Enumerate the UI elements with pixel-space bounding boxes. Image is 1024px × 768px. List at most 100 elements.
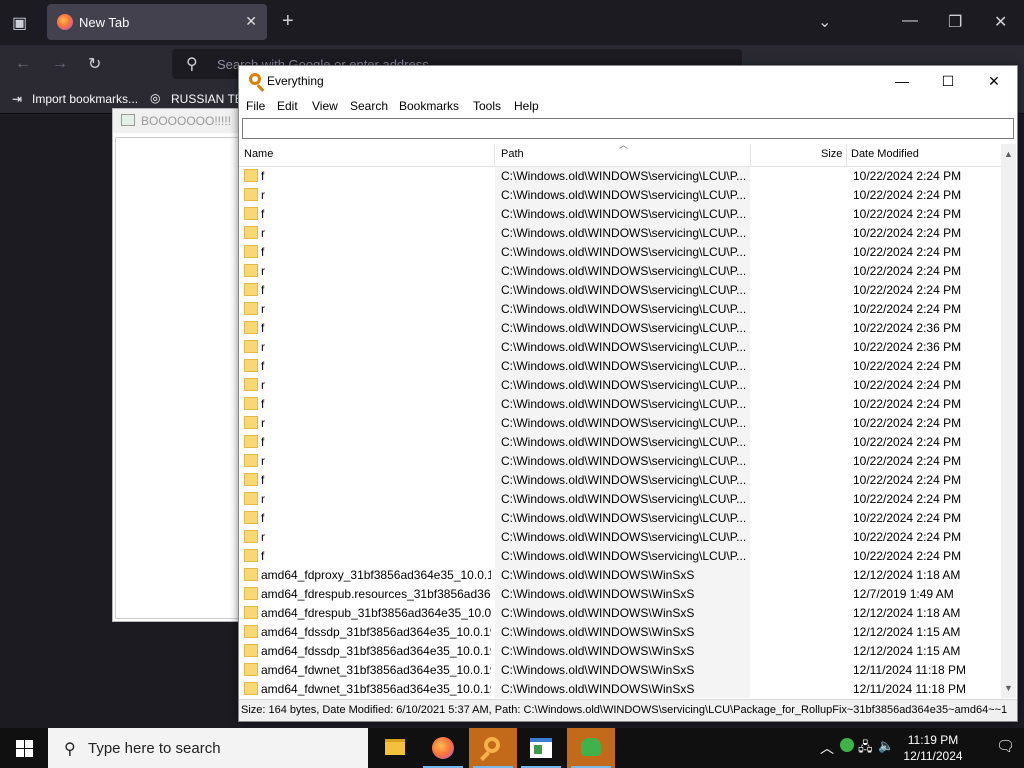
file-path: C:\Windows.old\WINDOWS\servicing\LCU\P..… [501,321,747,335]
table-row[interactable]: r C:\Windows.old\WINDOWS\servicing\LCU\P.… [239,338,1001,357]
everything-button[interactable] [469,728,517,768]
table-row[interactable]: f C:\Windows.old\WINDOWS\servicing\LCU\P.… [239,167,1001,186]
table-row[interactable]: f C:\Windows.old\WINDOWS\servicing\LCU\P.… [239,243,1001,262]
minimize-icon[interactable]: — [902,12,918,30]
close-tab-icon[interactable]: ✕ [245,13,257,30]
folder-icon [244,207,258,220]
table-row[interactable]: amd64_fdrespub.resources_31bf3856ad36...… [239,585,1001,604]
table-row[interactable]: f C:\Windows.old\WINDOWS\servicing\LCU\P.… [239,205,1001,224]
column-date-modified[interactable]: Date Modified [851,148,919,160]
menu-edit[interactable]: Edit [277,99,298,113]
tab-new-tab[interactable]: New Tab ✕ [47,4,267,40]
back-icon[interactable]: ← [15,55,31,73]
magnifier-handle [480,751,490,761]
folder-icon [244,302,258,315]
scroll-up-icon[interactable]: ▲ [1001,146,1016,162]
table-row[interactable]: r C:\Windows.old\WINDOWS\servicing\LCU\P.… [239,414,1001,433]
file-date: 10/22/2024 2:24 PM [853,283,962,297]
file-path: C:\Windows.old\WINDOWS\WinSxS [501,625,695,639]
file-date: 12/7/2019 1:49 AM [853,587,954,601]
reload-icon[interactable]: ↻ [88,54,101,74]
folder-icon [244,321,258,334]
forward-icon[interactable]: → [52,55,68,73]
table-row[interactable]: r C:\Windows.old\WINDOWS\servicing\LCU\P.… [239,262,1001,281]
file-date: 10/22/2024 2:24 PM [853,473,962,487]
column-path[interactable]: Path [501,148,524,160]
folder-icon [244,397,258,410]
table-row[interactable]: amd64_fdwnet_31bf3856ad364e35_10.0.19...… [239,680,1001,698]
table-row[interactable]: r C:\Windows.old\WINDOWS\servicing\LCU\P.… [239,452,1001,471]
column-size[interactable]: Size [821,148,842,160]
windows-logo-part [25,740,33,748]
table-row[interactable]: r C:\Windows.old\WINDOWS\servicing\LCU\P.… [239,490,1001,509]
search-input[interactable] [242,118,1014,139]
column-divider[interactable] [494,144,495,166]
file-name: r [261,264,265,278]
close-icon[interactable]: ✕ [994,12,1007,32]
start-button[interactable] [0,728,48,768]
table-row[interactable]: f C:\Windows.old\WINDOWS\servicing\LCU\P.… [239,395,1001,414]
table-row[interactable]: r C:\Windows.old\WINDOWS\servicing\LCU\P.… [239,224,1001,243]
table-row[interactable]: amd64_fdssdp_31bf3856ad364e35_10.0.19...… [239,623,1001,642]
sort-arrow-icon: ︿ [619,140,629,150]
folder-icon [244,264,258,277]
people-app-button[interactable] [567,728,615,768]
table-row[interactable]: r C:\Windows.old\WINDOWS\servicing\LCU\P.… [239,528,1001,547]
table-row[interactable]: f C:\Windows.old\WINDOWS\servicing\LCU\P.… [239,433,1001,452]
restore-icon[interactable]: ❐ [948,12,962,32]
folder-icon [244,245,258,258]
table-row[interactable]: amd64_fdwnet_31bf3856ad364e35_10.0.19...… [239,661,1001,680]
menu-help[interactable]: Help [514,99,539,113]
bookmark-import[interactable]: Import bookmarks... [32,92,138,106]
table-row[interactable]: r C:\Windows.old\WINDOWS\servicing\LCU\P.… [239,300,1001,319]
clock[interactable]: 11:19 PM 12/11/2024 [898,732,968,764]
menu-search[interactable]: Search [350,99,388,113]
table-row[interactable]: amd64_fdssdp_31bf3856ad364e35_10.0.19...… [239,642,1001,661]
column-divider[interactable] [750,144,751,166]
notification-icon[interactable]: 🗨 [996,737,1015,755]
table-row[interactable]: f C:\Windows.old\WINDOWS\servicing\LCU\P.… [239,357,1001,376]
column-divider[interactable] [846,144,847,166]
new-tab-icon[interactable]: + [282,10,294,33]
tab-list-icon[interactable]: ▣ [12,13,27,33]
tray-app-icon[interactable] [840,738,854,752]
table-row[interactable]: amd64_fdproxy_31bf3856ad364e35_10.0.1...… [239,566,1001,585]
menu-bookmarks[interactable]: Bookmarks [399,99,459,113]
table-row[interactable]: f C:\Windows.old\WINDOWS\servicing\LCU\P.… [239,319,1001,338]
everything-titlebar[interactable]: Everything — ☐ ✕ [239,66,1017,96]
table-row[interactable]: r C:\Windows.old\WINDOWS\servicing\LCU\P.… [239,376,1001,395]
scroll-down-icon[interactable]: ▼ [1001,680,1016,696]
file-name: r [261,302,265,316]
folder-icon [244,568,258,581]
table-row[interactable]: f C:\Windows.old\WINDOWS\servicing\LCU\P.… [239,509,1001,528]
vertical-scrollbar[interactable]: ▲ ▼ [1001,144,1016,698]
file-name: f [261,549,265,563]
firefox-icon [57,14,73,30]
minimize-button[interactable]: — [879,66,925,96]
file-explorer-button[interactable] [371,728,419,768]
column-name[interactable]: Name [244,148,273,160]
background-window-titlebar[interactable]: BOOOOOOO!!!!! [113,109,243,133]
network-icon[interactable]: 🖧 [858,738,873,760]
table-row[interactable]: r C:\Windows.old\WINDOWS\servicing\LCU\P.… [239,186,1001,205]
firefox-button[interactable] [419,728,467,768]
table-row[interactable]: f C:\Windows.old\WINDOWS\servicing\LCU\P.… [239,471,1001,490]
chevron-down-icon[interactable]: ⌄ [818,12,831,32]
app-window-button[interactable] [517,728,565,768]
menu-view[interactable]: View [312,99,338,113]
folder-icon [244,340,258,353]
background-window[interactable]: BOOOOOOO!!!!! [112,108,244,622]
status-text: Size: 164 bytes, Date Modified: 6/10/202… [241,704,1008,716]
table-row[interactable]: f C:\Windows.old\WINDOWS\servicing\LCU\P.… [239,547,1001,566]
table-row[interactable]: amd64_fdrespub_31bf3856ad364e35_10.0....… [239,604,1001,623]
maximize-button[interactable]: ☐ [925,66,971,96]
taskbar-search[interactable]: ⚲ Type here to search [48,728,368,768]
file-path: C:\Windows.old\WINDOWS\WinSxS [501,644,695,658]
volume-icon[interactable]: 🔈 [878,738,894,754]
menu-file[interactable]: File [246,99,265,113]
menu-tools[interactable]: Tools [473,99,501,113]
close-button[interactable]: ✕ [971,66,1017,96]
chevron-up-icon[interactable]: ︿ [820,738,834,758]
table-row[interactable]: f C:\Windows.old\WINDOWS\servicing\LCU\P.… [239,281,1001,300]
results-list[interactable]: f C:\Windows.old\WINDOWS\servicing\LCU\P.… [239,166,1001,698]
